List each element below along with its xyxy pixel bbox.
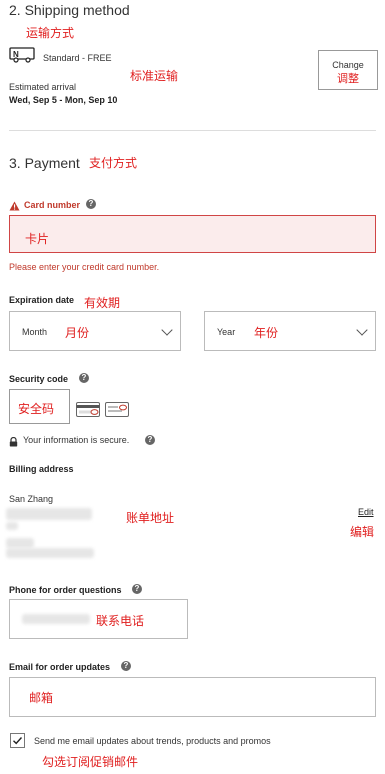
payment-heading-annotation: 支付方式 xyxy=(89,156,138,170)
phone-value-redacted xyxy=(22,614,90,624)
month-select-label: Month xyxy=(22,327,48,337)
estimated-arrival-label: Estimated arrival xyxy=(9,82,77,92)
secure-note: Your information is secure. xyxy=(23,435,130,445)
billing-address-annotation: 账单地址 xyxy=(126,511,175,525)
promo-checkbox[interactable] xyxy=(10,733,25,748)
phone-label: Phone for order questions xyxy=(9,585,122,595)
phone-help-icon[interactable]: ? xyxy=(132,584,142,594)
shipping-option: Standard - FREE xyxy=(43,53,112,63)
promo-label: Send me email updates about trends, prod… xyxy=(34,736,271,746)
chevron-down-icon xyxy=(356,324,368,336)
billing-address-line-redacted xyxy=(6,522,18,530)
card-help-icon[interactable]: ? xyxy=(86,199,96,209)
promo-annotation: 勾选订阅促销邮件 xyxy=(42,755,139,769)
card-back-icon xyxy=(76,402,100,422)
card-number-annotation: 卡片 xyxy=(25,232,50,246)
card-number-label: Card number xyxy=(24,200,81,210)
chevron-down-icon xyxy=(161,324,173,336)
secure-help-icon[interactable]: ? xyxy=(145,435,155,445)
month-annotation: 月份 xyxy=(65,326,90,340)
year-select-label: Year xyxy=(217,327,236,337)
billing-address-line-redacted xyxy=(6,548,94,558)
email-help-icon[interactable]: ? xyxy=(121,661,131,671)
expiration-annotation: 有效期 xyxy=(84,296,121,310)
billing-address-line-redacted xyxy=(6,538,34,548)
security-help-icon[interactable]: ? xyxy=(79,373,89,383)
billing-name: San Zhang xyxy=(9,494,54,504)
shipping-heading-annotation: 运输方式 xyxy=(26,26,75,40)
security-code-label: Security code xyxy=(9,374,69,384)
expiration-label: Expiration date xyxy=(9,295,75,305)
phone-input[interactable]: 联系电话 xyxy=(9,599,188,639)
email-input[interactable]: 邮箱 xyxy=(9,677,376,717)
card-error-message: Please enter your credit card number. xyxy=(9,262,160,272)
phone-annotation: 联系电话 xyxy=(96,614,145,628)
year-select[interactable]: Year 年份 xyxy=(204,311,376,351)
change-button-annotation: 调整 xyxy=(337,72,359,85)
month-select[interactable]: Month 月份 xyxy=(9,311,181,351)
edit-annotation: 编辑 xyxy=(350,525,375,539)
security-code-input[interactable]: 安全码 xyxy=(9,389,70,424)
section-divider xyxy=(9,130,376,131)
email-label: Email for order updates xyxy=(9,662,111,672)
card-number-input[interactable]: 卡片 xyxy=(9,215,376,253)
checkmark-icon xyxy=(13,737,23,745)
estimated-arrival-dates: Wed, Sep 5 - Mon, Sep 10 xyxy=(9,95,118,105)
change-button-label: Change xyxy=(332,60,364,70)
year-annotation: 年份 xyxy=(254,326,279,340)
payment-heading: 3. Payment xyxy=(9,155,80,171)
billing-address-line-redacted xyxy=(6,508,92,520)
billing-address-label: Billing address xyxy=(9,464,74,474)
shipping-option-annotation: 标准运输 xyxy=(130,69,179,83)
edit-billing-link[interactable]: Edit xyxy=(358,507,374,517)
email-annotation: 邮箱 xyxy=(29,691,54,705)
warning-icon xyxy=(9,198,20,216)
truck-icon: N xyxy=(9,47,35,68)
shipping-heading: 2. Shipping method xyxy=(9,2,130,18)
change-shipping-button[interactable]: Change 调整 xyxy=(318,50,378,90)
security-code-annotation: 安全码 xyxy=(18,402,55,416)
lock-icon xyxy=(9,434,18,452)
card-front-icon xyxy=(105,402,129,422)
